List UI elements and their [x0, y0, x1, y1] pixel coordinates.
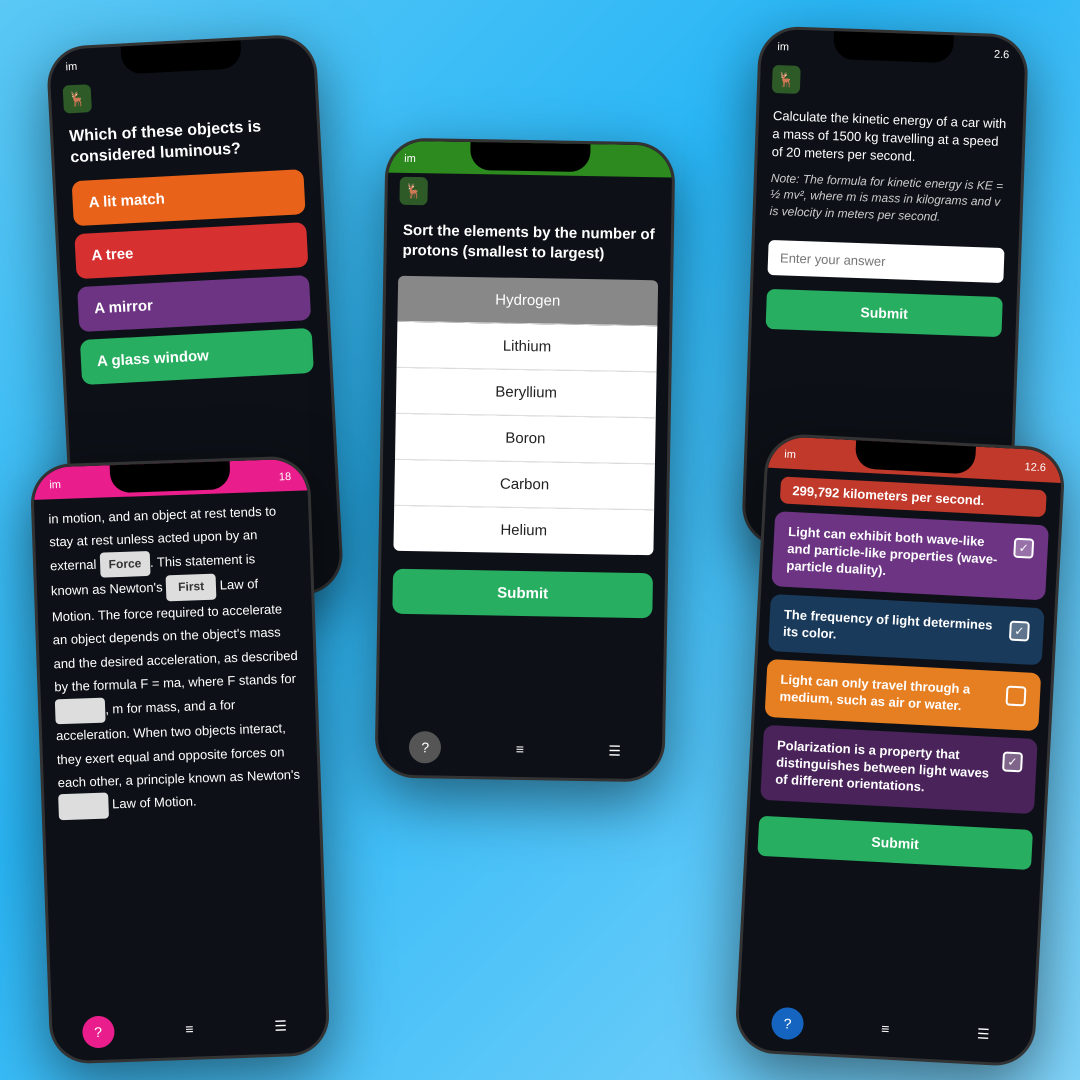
status-left-5: im — [784, 449, 796, 462]
element-helium[interactable]: Helium — [393, 506, 654, 556]
submit-light[interactable]: Submit — [757, 816, 1033, 870]
bottom-nav-2: ? ≡ ☰ — [377, 724, 662, 779]
light-item-wave-particle[interactable]: Light can exhibit both wave-like and par… — [771, 511, 1049, 600]
blank-third[interactable] — [58, 793, 109, 820]
element-hydrogen[interactable]: Hydrogen — [397, 276, 658, 327]
bottom-nav-5: ? ≡ ☰ — [737, 999, 1033, 1064]
app-logo-3: 🦌 — [772, 65, 801, 94]
light-item-wave-particle-text: Light can exhibit both wave-like and par… — [786, 524, 1006, 586]
status-left-4: im — [49, 479, 61, 491]
sort-list: Hydrogen Lithium Beryllium Boron Carbon … — [393, 276, 658, 555]
checkbox-wave-particle[interactable]: ✓ — [1013, 538, 1034, 559]
blank-first[interactable]: First — [166, 574, 217, 601]
nav-list-5[interactable]: ☰ — [966, 1017, 1000, 1051]
element-beryllium[interactable]: Beryllium — [396, 368, 657, 419]
kinetic-question-text: Calculate the kinetic energy of a car wi… — [771, 107, 1009, 170]
light-item-frequency[interactable]: The frequency of light determines its co… — [768, 594, 1045, 666]
checkbox-frequency[interactable]: ✓ — [1009, 620, 1030, 641]
answer-mirror[interactable]: A mirror — [77, 275, 311, 332]
notch-3 — [833, 31, 954, 63]
question-area-1: Which of these objects is considered lum… — [52, 104, 330, 401]
light-item-medium-text: Light can only travel through a medium, … — [779, 672, 998, 717]
app-logo-2: 🦌 — [399, 177, 427, 205]
bottom-nav-4: ? ≡ ☰ — [52, 1002, 328, 1062]
light-item-medium[interactable]: Light can only travel through a medium, … — [765, 659, 1042, 731]
nav-help-2[interactable]: ? — [409, 731, 442, 764]
checkbox-polarization[interactable]: ✓ — [1002, 752, 1023, 773]
submit-kinetic[interactable]: Submit — [766, 289, 1003, 337]
light-item-polarization-text: Polarization is a property that distingu… — [775, 738, 995, 800]
submit-sort[interactable]: Submit — [392, 569, 653, 619]
element-boron[interactable]: Boron — [395, 414, 656, 465]
nav-bar-4[interactable]: ≡ — [173, 1012, 206, 1045]
blank-force2[interactable] — [55, 697, 106, 724]
answer-glass-window[interactable]: A glass window — [80, 328, 314, 385]
app-header-2: 🦌 — [387, 173, 672, 214]
blank-force[interactable]: Force — [100, 551, 151, 578]
phone-sort-elements: im 🦌 Sort the elements by the number of … — [374, 138, 675, 783]
answer-tree[interactable]: A tree — [74, 222, 308, 279]
sort-question: Sort the elements by the number of proto… — [386, 209, 671, 273]
status-left-1: im — [65, 61, 77, 74]
fill-in-text: in motion, and an object at rest tends t… — [34, 490, 319, 828]
status-right-3: 2.6 — [994, 49, 1010, 62]
kinetic-question: Calculate the kinetic energy of a car wi… — [755, 97, 1023, 239]
speed-value: 299,792 kilometers per second. — [792, 483, 985, 508]
nav-list-4[interactable]: ☰ — [264, 1009, 297, 1042]
status-left-3: im — [777, 41, 789, 53]
kinetic-note: Note: The formula for kinetic energy is … — [769, 170, 1007, 229]
checkbox-medium[interactable] — [1005, 686, 1026, 707]
nav-list-2[interactable]: ☰ — [598, 734, 631, 767]
nav-bar-5[interactable]: ≡ — [869, 1012, 903, 1046]
status-left-2: im — [404, 153, 416, 165]
status-right-5: 12.6 — [1024, 461, 1046, 474]
question-text-1: Which of these objects is considered lum… — [69, 115, 303, 169]
light-item-frequency-text: The frequency of light determines its co… — [783, 606, 1002, 651]
nav-bar-2[interactable]: ≡ — [504, 733, 537, 766]
app-logo-1: 🦌 — [63, 84, 92, 113]
phone-light-properties: im 12.6 299,792 kilometers per second. L… — [734, 433, 1066, 1068]
status-right-4: 18 — [279, 471, 292, 483]
newton-para-1: in motion, and an object at rest tends t… — [48, 499, 305, 820]
notch-2 — [470, 142, 590, 172]
answer-lit-match[interactable]: A lit match — [72, 169, 306, 226]
element-carbon[interactable]: Carbon — [394, 460, 655, 511]
kinetic-answer-input[interactable] — [767, 240, 1004, 283]
notch-4 — [110, 461, 231, 493]
light-item-polarization[interactable]: Polarization is a property that distingu… — [760, 725, 1038, 814]
nav-help-4[interactable]: ? — [82, 1015, 115, 1048]
phone-newtons-law: im 18 in motion, and an object at rest t… — [30, 455, 331, 1064]
element-lithium[interactable]: Lithium — [397, 322, 658, 373]
nav-help-5[interactable]: ? — [771, 1007, 805, 1041]
speed-highlight: 299,792 kilometers per second. — [780, 476, 1047, 517]
light-items: Light can exhibit both wave-like and par… — [750, 511, 1059, 815]
